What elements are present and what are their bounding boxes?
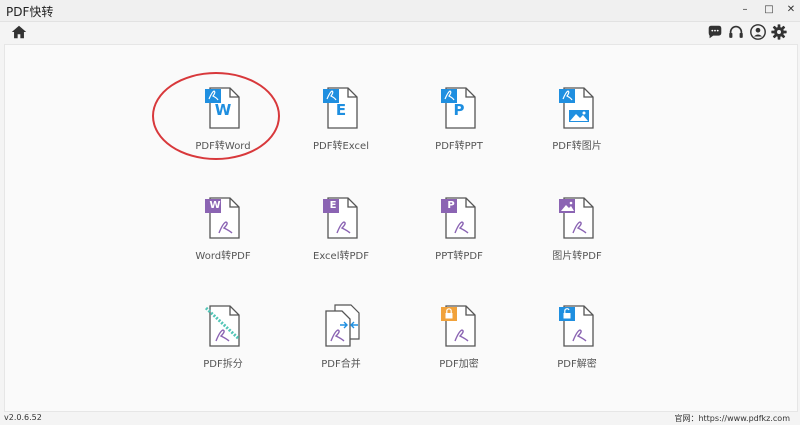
tile-letter: P: [453, 101, 465, 119]
user-icon[interactable]: [749, 23, 767, 41]
tile-label: PDF解密: [557, 359, 597, 370]
tile-pdf-to-image[interactable]: PDF转图片: [527, 85, 627, 175]
tile-label: PDF合并: [321, 359, 361, 370]
tile-pdf-merge[interactable]: PDF合并: [291, 303, 391, 393]
tile-image-to-pdf[interactable]: 图片转PDF: [527, 195, 627, 285]
tile-label: PDF拆分: [203, 359, 243, 370]
tile-pdf-decrypt[interactable]: PDF解密: [527, 303, 627, 393]
tile-label: PDF转PPT: [435, 141, 483, 152]
tile-letter: P: [447, 200, 455, 211]
tile-pdf-to-ppt[interactable]: P PDF转PPT: [409, 85, 509, 175]
tool-grid: W PDF转Word E PDF转Excel P PDF转PPT PDF转图片 …: [4, 44, 798, 412]
tile-letter: E: [335, 101, 347, 119]
tile-pdf-to-excel[interactable]: E PDF转Excel: [291, 85, 391, 175]
minimize-button[interactable]: –: [738, 2, 752, 18]
tile-label: PDF加密: [439, 359, 479, 370]
pdf-split-icon: [204, 305, 241, 347]
website-link[interactable]: 官网：https://www.pdfkz.com: [674, 413, 790, 424]
home-icon[interactable]: [10, 23, 28, 41]
pdf-merge-icon: [325, 304, 360, 347]
tile-label: 图片转PDF: [552, 251, 602, 262]
highlight-circle: [152, 72, 280, 160]
image-to-pdf-icon: [559, 197, 594, 239]
pdf-decrypt-icon: [559, 305, 594, 347]
tile-label: Word转PDF: [195, 251, 251, 262]
title-bar: PDF快转 – □ ✕: [0, 0, 800, 22]
tile-label: PDF转Excel: [313, 141, 369, 152]
tile-letter: W: [209, 200, 221, 211]
gear-icon[interactable]: [770, 23, 788, 41]
pdf-encrypt-icon: [441, 305, 476, 347]
version-label: v2.0.6.52: [4, 413, 42, 422]
chat-icon[interactable]: [706, 23, 724, 41]
tile-ppt-to-pdf[interactable]: P PPT转PDF: [409, 195, 509, 285]
tile-label: PDF转图片: [552, 141, 602, 152]
headset-icon[interactable]: [727, 23, 745, 41]
status-bar: v2.0.6.52 官网：https://www.pdfkz.com: [0, 411, 800, 425]
maximize-button[interactable]: □: [762, 2, 776, 18]
tile-pdf-encrypt[interactable]: PDF加密: [409, 303, 509, 393]
tile-word-to-pdf[interactable]: W Word转PDF: [173, 195, 273, 285]
tile-excel-to-pdf[interactable]: E Excel转PDF: [291, 195, 391, 285]
pdf-to-image-icon: [559, 87, 594, 129]
close-button[interactable]: ✕: [784, 2, 798, 18]
app-title: PDF快转: [6, 5, 54, 19]
tile-label: PPT转PDF: [435, 251, 483, 262]
tile-letter: E: [329, 200, 337, 211]
tile-pdf-split[interactable]: PDF拆分: [173, 303, 273, 393]
tile-label: Excel转PDF: [313, 251, 369, 262]
toolbar: [0, 22, 800, 42]
